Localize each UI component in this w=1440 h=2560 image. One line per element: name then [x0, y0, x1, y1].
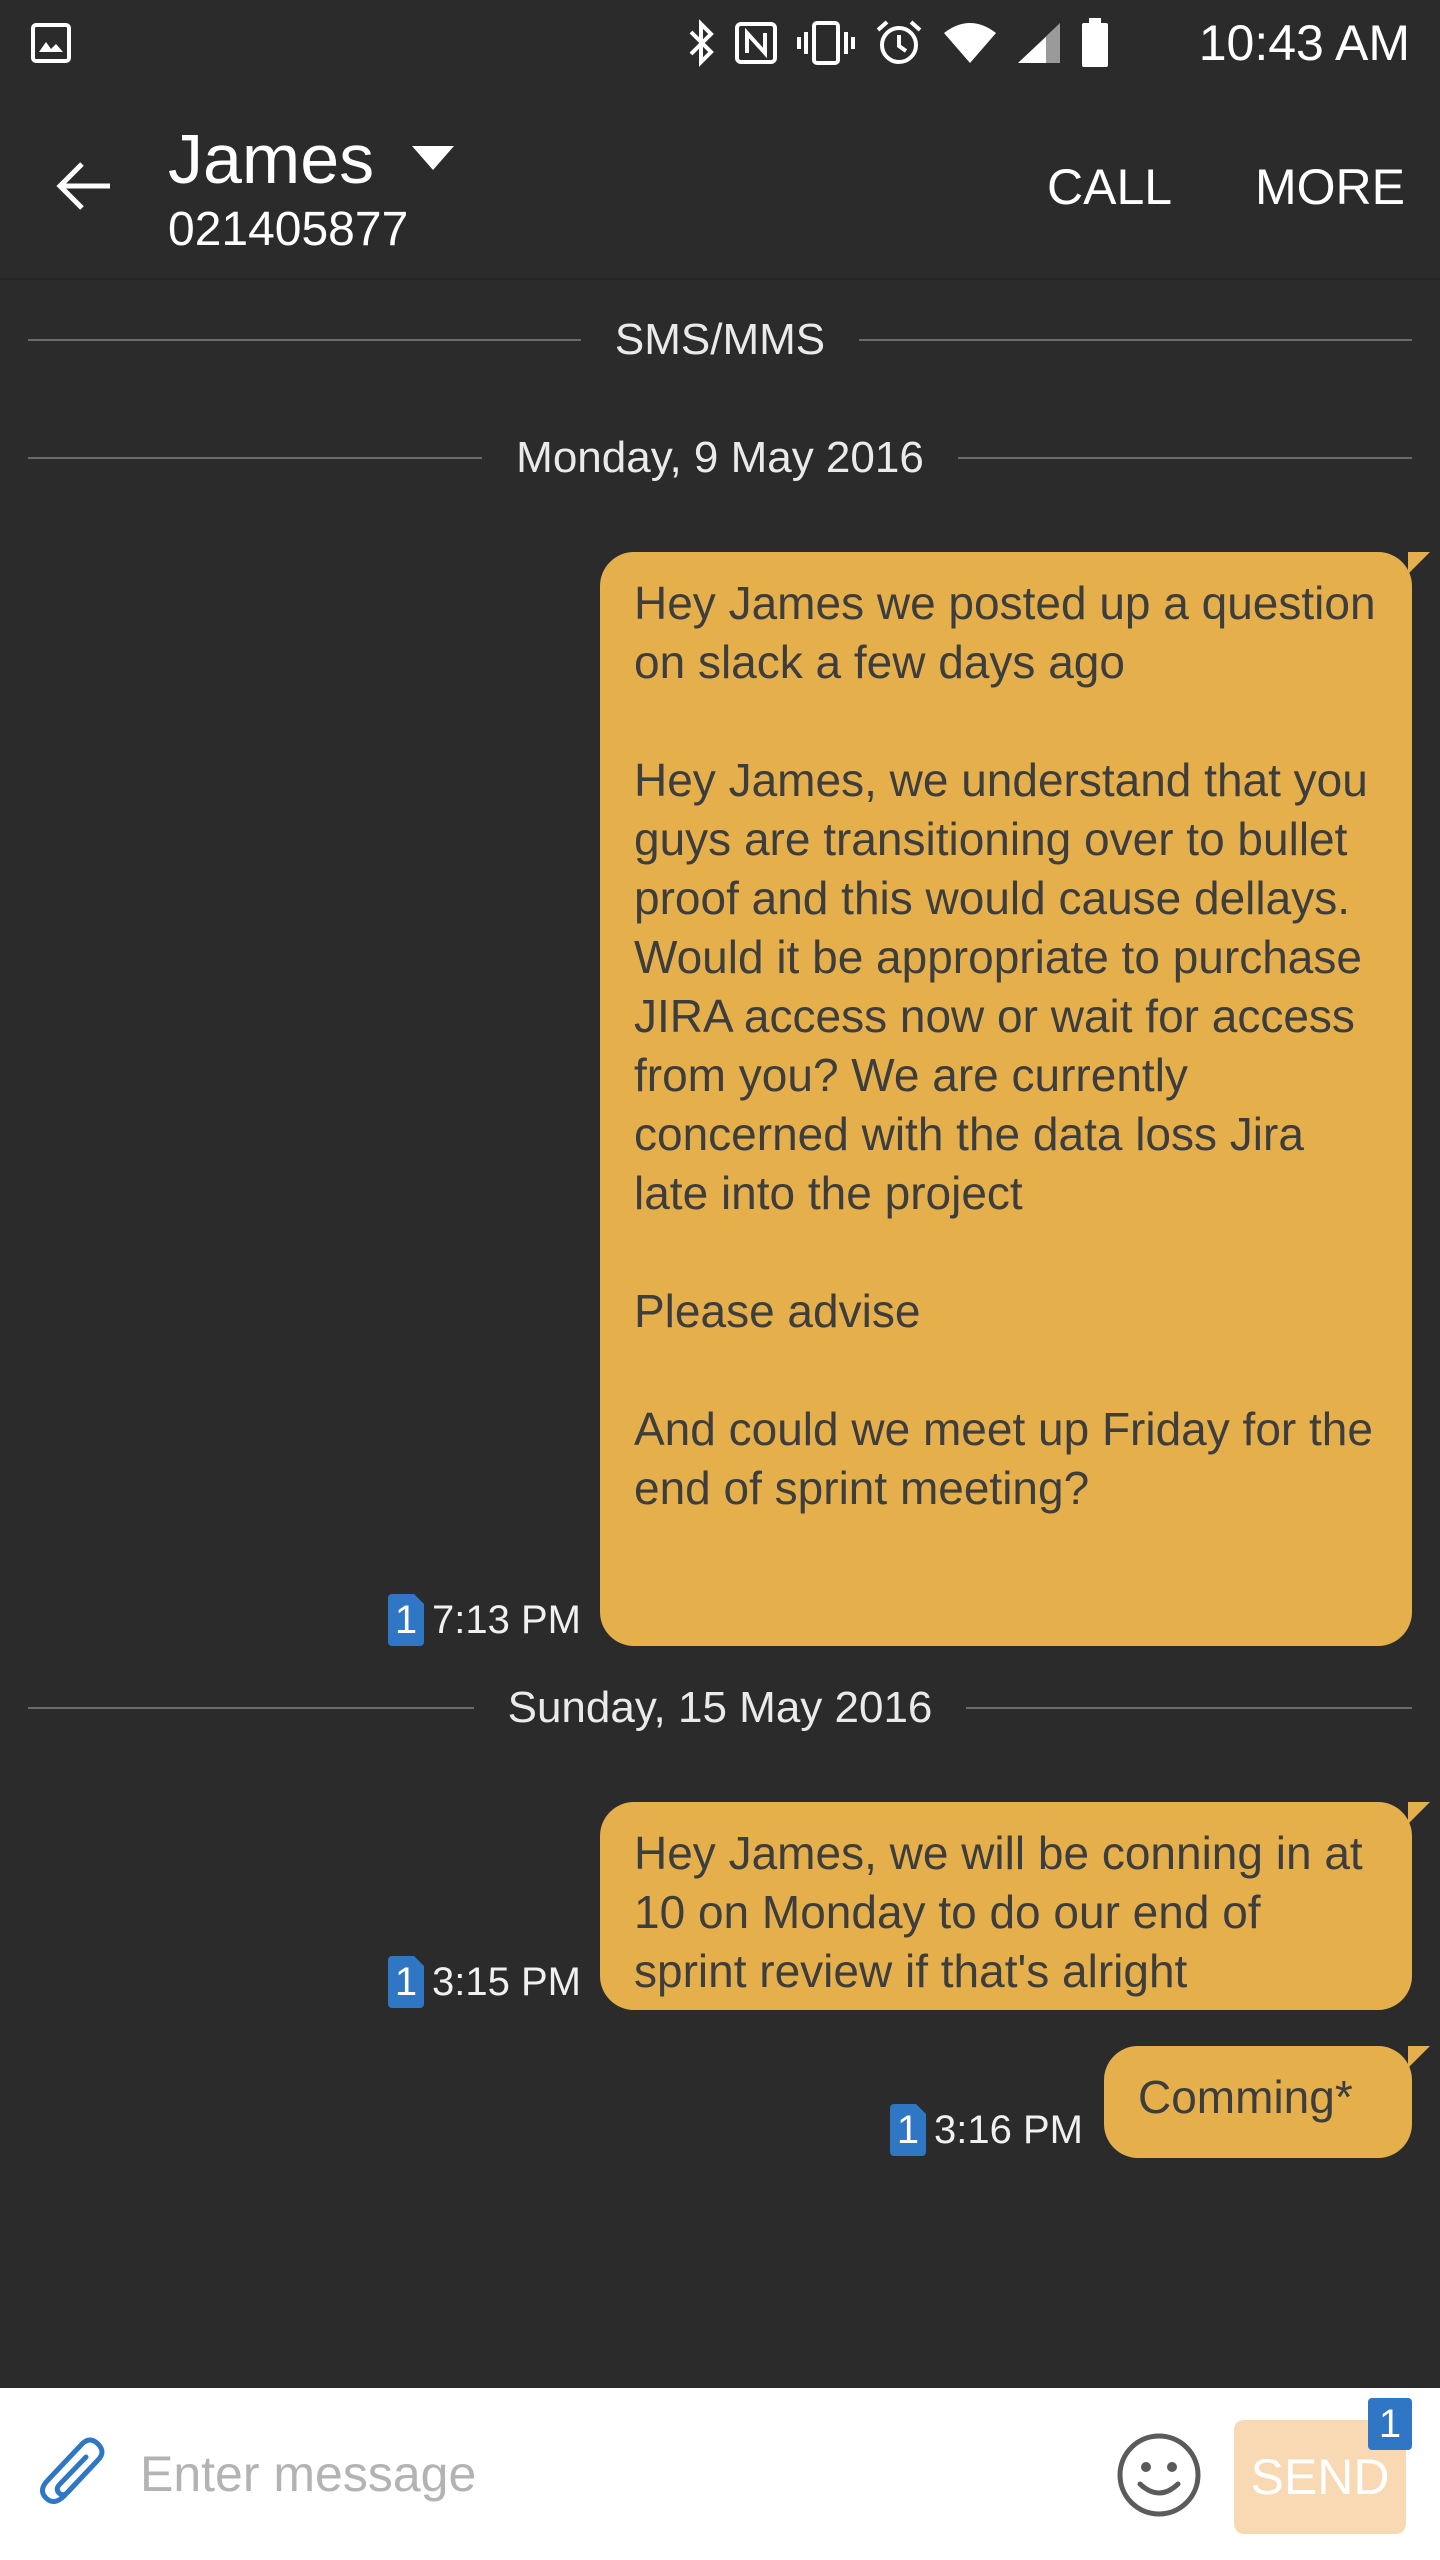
- emoji-icon[interactable]: [1114, 2430, 1204, 2520]
- channel-label: SMS/MMS: [614, 315, 826, 364]
- contact-number: 021405877: [168, 203, 409, 256]
- status-bar: 10:43 AM: [0, 0, 1440, 86]
- compose-bar: SEND: [0, 2388, 1440, 2560]
- sim-badge: 1: [388, 1594, 424, 1646]
- message-input[interactable]: [140, 2418, 1080, 2530]
- sim-badge: 1: [388, 1956, 424, 2008]
- message-time: 7:13 PM: [432, 1597, 581, 1642]
- divider-line: [957, 457, 1412, 459]
- alarm-icon: [876, 20, 922, 64]
- back-arrow-icon: [56, 162, 110, 210]
- paperclip-icon[interactable]: [36, 2430, 116, 2520]
- status-icons: [686, 14, 1110, 72]
- message-meta: 1 3:16 PM: [890, 2100, 1083, 2160]
- signal-icon: [1018, 23, 1060, 63]
- date-label: Sunday, 15 May 2016: [507, 1683, 933, 1732]
- wifi-icon: [944, 23, 996, 63]
- message-meta: 1 3:15 PM: [388, 1952, 581, 2012]
- back-button[interactable]: [44, 146, 124, 226]
- sim-badge: 1: [890, 2104, 926, 2156]
- gallery-notification-icon: [31, 23, 71, 63]
- divider-line: [28, 339, 581, 341]
- divider-line: [859, 339, 1413, 341]
- message-time: 3:16 PM: [934, 2107, 1083, 2152]
- bluetooth-icon: [689, 19, 714, 67]
- divider-line: [28, 457, 483, 459]
- app-bar: James 021405877 CALL MORE: [0, 86, 1440, 280]
- vibrate-icon: [797, 21, 855, 65]
- date-divider: Monday, 9 May 2016: [28, 428, 1412, 488]
- contact-name[interactable]: James: [168, 114, 374, 204]
- divider-line: [28, 1707, 474, 1709]
- message-bubble[interactable]: Hey James, we will be conning in at 10 o…: [600, 1802, 1430, 2010]
- more-button[interactable]: MORE: [1255, 152, 1405, 222]
- call-button[interactable]: CALL: [1047, 152, 1172, 222]
- date-divider: Sunday, 15 May 2016: [28, 1678, 1412, 1738]
- date-label: Monday, 9 May 2016: [516, 433, 924, 482]
- divider-line: [966, 1707, 1412, 1709]
- message-meta: 1 7:13 PM: [388, 1590, 581, 1650]
- message-bubble[interactable]: Comming*: [1104, 2046, 1430, 2158]
- battery-icon: [1082, 18, 1108, 67]
- status-time: 10:43 AM: [1198, 15, 1410, 71]
- nfc-icon: [735, 22, 777, 64]
- sim-badge: 1: [1368, 2398, 1412, 2450]
- message-bubble[interactable]: Hey James we posted up a question on sla…: [600, 552, 1430, 1646]
- message-time: 3:15 PM: [432, 1959, 581, 2004]
- channel-divider: SMS/MMS: [28, 310, 1413, 370]
- chevron-down-icon[interactable]: [408, 134, 458, 184]
